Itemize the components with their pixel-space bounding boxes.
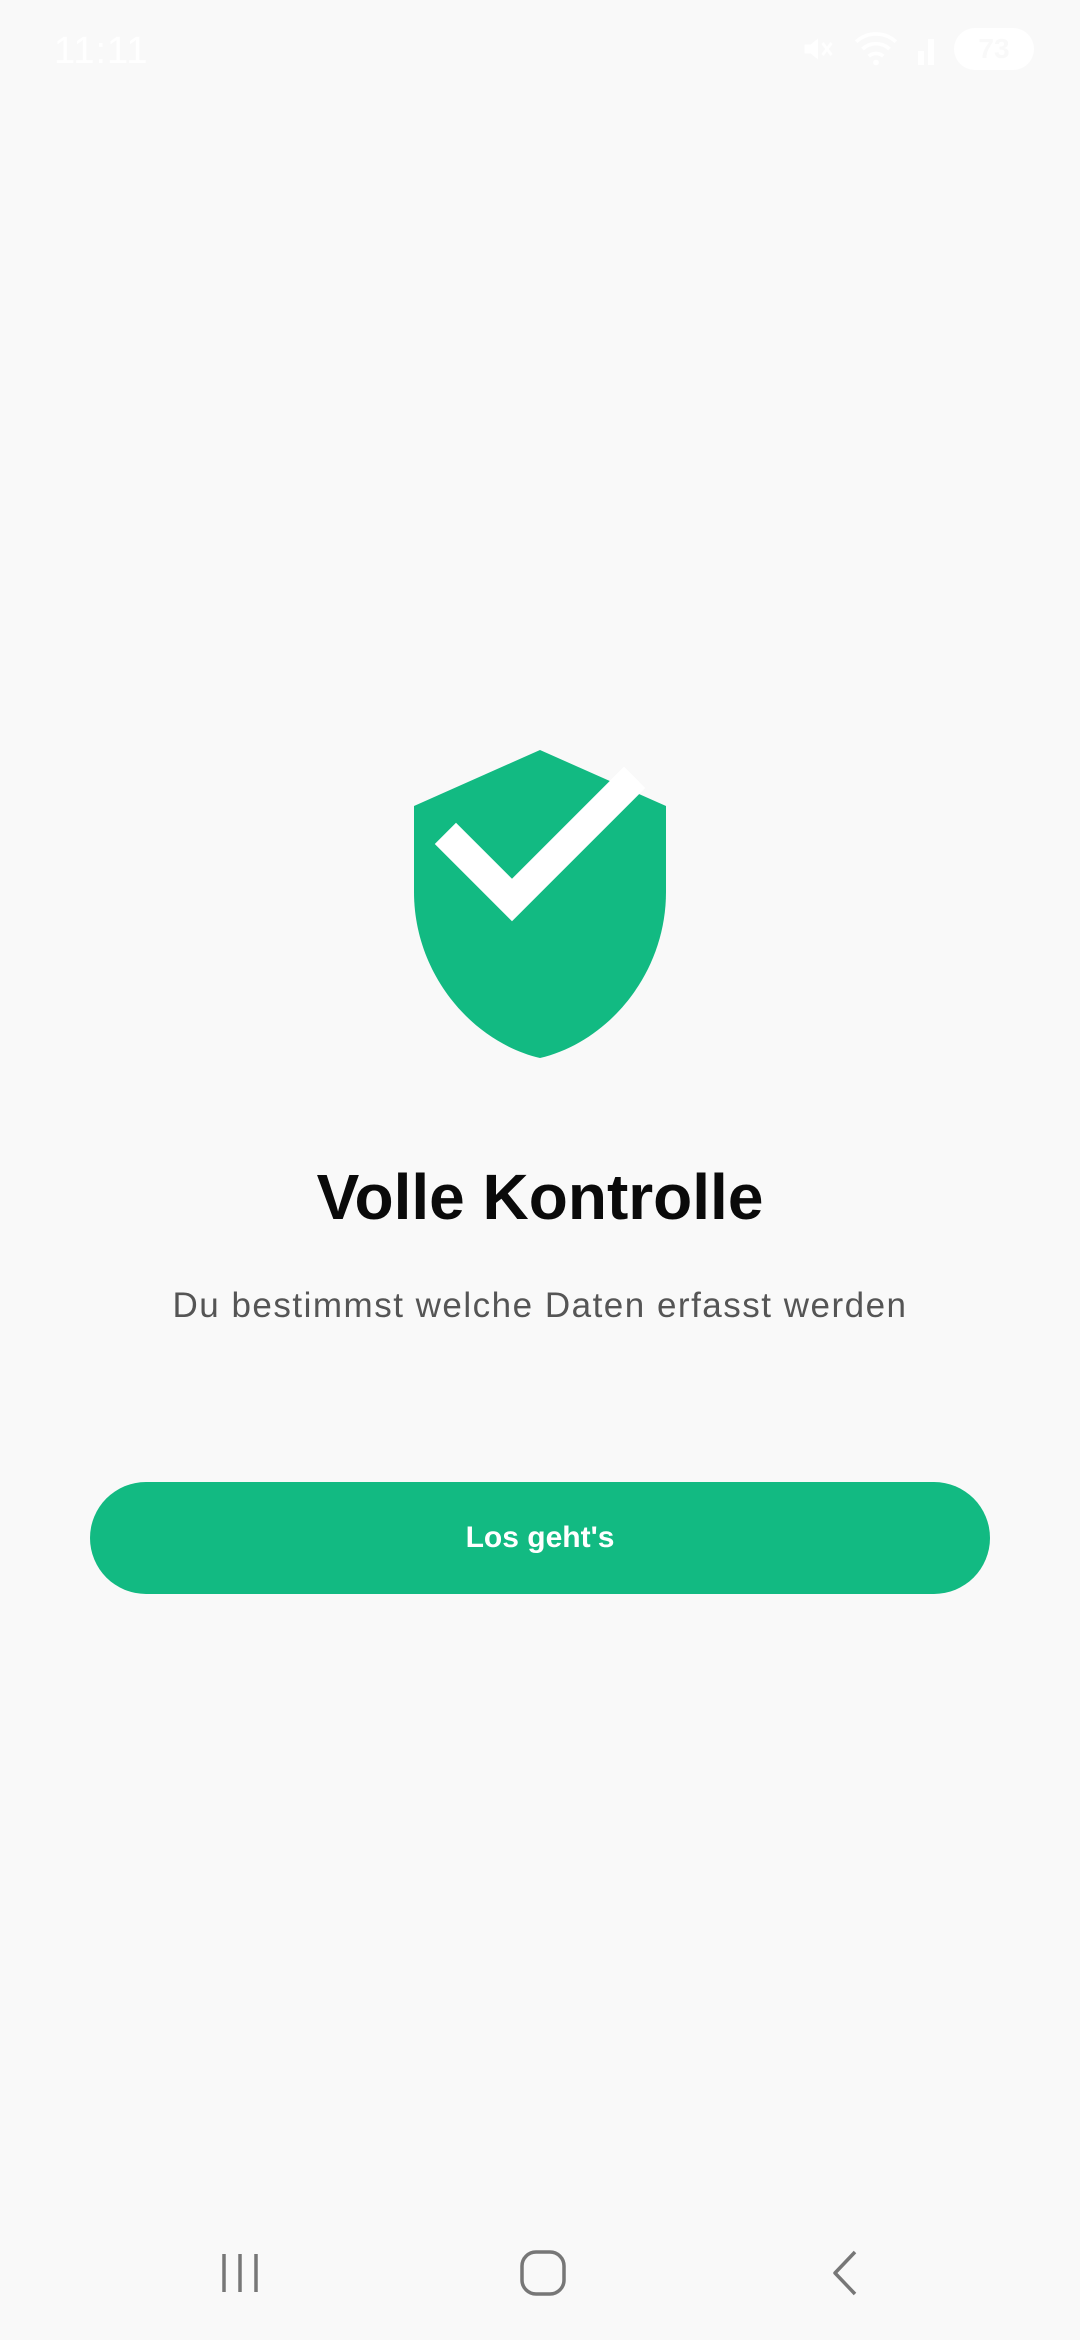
get-started-button[interactable]: Los geht's bbox=[90, 1482, 990, 1594]
battery-icon: 73 bbox=[954, 28, 1034, 70]
page-subtitle: Du bestimmst welche Daten erfasst werden bbox=[172, 1286, 908, 1325]
onboarding-screen: 11:11 73 Volle Kontrolle Du bestimmst we… bbox=[0, 0, 1080, 2340]
recents-icon bbox=[215, 2248, 265, 2303]
mute-icon bbox=[800, 31, 836, 67]
shield-check-icon bbox=[412, 748, 668, 1060]
get-started-label: Los geht's bbox=[465, 1521, 615, 1554]
home-button[interactable] bbox=[483, 2230, 603, 2320]
battery-level: 73 bbox=[978, 33, 1010, 64]
back-button[interactable] bbox=[786, 2230, 906, 2320]
signal-icon bbox=[916, 31, 936, 67]
page-title: Volle Kontrolle bbox=[316, 1161, 764, 1233]
status-icons: 73 bbox=[800, 28, 1034, 70]
recents-button[interactable] bbox=[180, 2230, 300, 2320]
back-icon bbox=[821, 2248, 871, 2303]
status-time: 11:11 bbox=[54, 30, 149, 72]
home-icon bbox=[518, 2248, 568, 2303]
navigation-bar bbox=[0, 2210, 1080, 2340]
status-bar: 11:11 73 bbox=[0, 0, 1080, 104]
wifi-icon bbox=[854, 31, 898, 67]
